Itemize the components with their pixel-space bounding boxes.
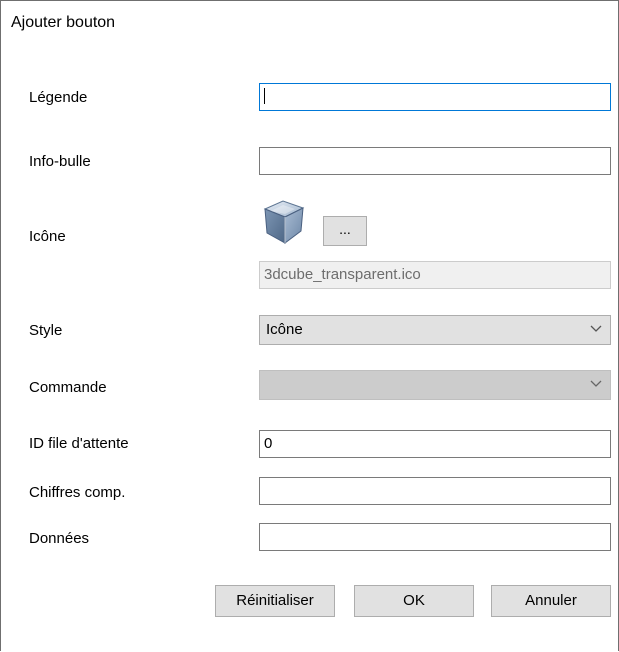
legende-input[interactable] [259, 83, 611, 111]
ok-button[interactable]: OK [354, 585, 474, 617]
browse-icon-button[interactable]: ... [323, 216, 367, 246]
commande-label: Commande [29, 379, 107, 396]
icone-label: Icône [29, 228, 66, 245]
legende-label: Légende [29, 89, 88, 106]
style-selected-value: Icône [266, 321, 303, 338]
queue-id-label: ID file d'attente [29, 435, 129, 452]
dialog-title: Ajouter bouton [11, 14, 116, 31]
reset-button[interactable]: Réinitialiser [215, 585, 335, 617]
chiffres-input[interactable] [259, 477, 611, 505]
add-button-dialog: Ajouter bouton Légende Info-bulle Icône [0, 0, 619, 651]
3d-cube-icon [259, 197, 311, 249]
infobulle-label: Info-bulle [29, 153, 91, 170]
infobulle-input[interactable] [259, 147, 611, 175]
icon-file-field: 3dcube_transparent.ico [259, 261, 611, 289]
title-bar: Ajouter bouton [1, 1, 618, 43]
style-label: Style [29, 322, 63, 339]
queue-id-input[interactable]: 0 [259, 430, 611, 458]
cancel-button[interactable]: Annuler [491, 585, 611, 617]
donnees-label: Données [29, 530, 90, 547]
donnees-input[interactable] [259, 523, 611, 551]
chiffres-label: Chiffres comp. [29, 484, 126, 501]
chevron-down-icon [590, 325, 602, 332]
chevron-down-icon [590, 380, 602, 387]
style-select[interactable]: Icône [259, 315, 611, 345]
commande-select[interactable] [259, 370, 611, 400]
text-caret [264, 87, 265, 104]
